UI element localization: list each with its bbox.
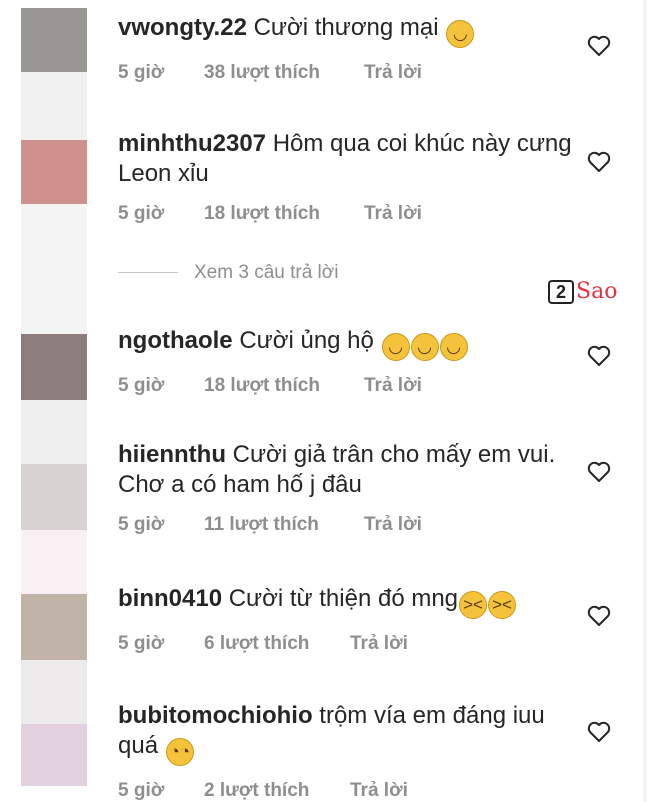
comment-time: 5 giờ bbox=[118, 62, 165, 83]
reply-button[interactable]: Trả lời bbox=[364, 203, 422, 225]
pleading-face-emoji-icon: ◔◔ bbox=[165, 738, 194, 766]
logo-text: Sao bbox=[576, 279, 618, 304]
comment-text: ngothaole Cười ủng hộ ◡ ◡ ◡ bbox=[118, 326, 588, 361]
comment-text: hiiennthu Cười giả trân cho mấy em vui. … bbox=[118, 440, 588, 500]
comment-likes[interactable]: 11 lượt thích bbox=[204, 514, 364, 536]
comment-body: Cười thương mại bbox=[253, 14, 439, 41]
comment-text: vwongty.22 Cười thương mại ◡ bbox=[118, 13, 588, 48]
avatar-placeholder bbox=[21, 400, 87, 462]
comment-meta: 5 giờ 2 lượt thích Trả lời bbox=[118, 780, 588, 802]
laughing-emoji-icon: >< bbox=[488, 591, 517, 619]
reply-button[interactable]: Trả lời bbox=[364, 375, 422, 397]
comment-meta: 5 giờ 6 lượt thích Trả lời bbox=[118, 633, 588, 655]
laughing-emoji-icon: >< bbox=[459, 591, 488, 619]
comment: vwongty.22 Cười thương mại ◡ 5 giờ 38 lượ… bbox=[118, 13, 588, 84]
tears-of-joy-emoji-icon: ◡ bbox=[410, 333, 439, 361]
heart-icon[interactable] bbox=[587, 151, 611, 173]
avatar-ngothaole[interactable] bbox=[21, 334, 87, 400]
heart-icon[interactable] bbox=[587, 605, 611, 627]
avatar-placeholder bbox=[21, 72, 87, 140]
comment-username[interactable]: bubitomochiohio bbox=[118, 702, 313, 729]
comment-likes[interactable]: 18 lượt thích bbox=[204, 375, 364, 397]
reply-button[interactable]: Trả lời bbox=[350, 633, 408, 655]
comment-meta: 5 giờ 18 lượt thích Trả lời bbox=[118, 203, 588, 225]
comment: ngothaole Cười ủng hộ ◡ ◡ ◡ 5 giờ 18 lượt t… bbox=[118, 326, 588, 397]
comment-time: 5 giờ bbox=[118, 514, 165, 535]
tears-of-joy-emoji-icon: ◡ bbox=[446, 20, 475, 48]
comment-meta: 5 giờ 11 lượt thích Trả lời bbox=[118, 514, 588, 536]
comment-time: 5 giờ bbox=[118, 633, 165, 654]
heart-icon[interactable] bbox=[587, 721, 611, 743]
comment-likes[interactable]: 6 lượt thích bbox=[204, 633, 350, 655]
avatar-hiiennthu[interactable] bbox=[21, 464, 87, 530]
comment-text: binn0410 Cười từ thiện đó mng >< >< bbox=[118, 584, 588, 619]
comment-username[interactable]: hiiennthu bbox=[118, 441, 226, 468]
comment-body: Cười từ thiện đó mng bbox=[228, 585, 459, 612]
avatar-binn0410[interactable] bbox=[21, 594, 87, 660]
comment: bubitomochiohio trộm vía em đáng iuu quá… bbox=[118, 701, 588, 802]
tears-of-joy-emoji-icon: ◡ bbox=[381, 333, 410, 361]
reply-button[interactable]: Trả lời bbox=[364, 514, 422, 536]
comment-text: bubitomochiohio trộm vía em đáng iuu quá… bbox=[118, 701, 588, 766]
comment-username[interactable]: ngothaole bbox=[118, 327, 233, 354]
reply-button[interactable]: Trả lời bbox=[350, 780, 408, 802]
reply-divider bbox=[118, 272, 178, 273]
comment: minhthu2307 Hôm qua coi khúc này cưng Le… bbox=[118, 129, 588, 225]
comment-likes[interactable]: 18 lượt thích bbox=[204, 203, 364, 225]
heart-icon[interactable] bbox=[587, 35, 611, 57]
comment-time: 5 giờ bbox=[118, 780, 165, 801]
avatar-placeholder bbox=[21, 660, 87, 724]
watermark-logo: 2 Sao bbox=[548, 279, 617, 304]
comment-meta: 5 giờ 38 lượt thích Trả lời bbox=[118, 62, 588, 84]
comment-text: minhthu2307 Hôm qua coi khúc này cưng Le… bbox=[118, 129, 588, 189]
avatar-placeholder bbox=[21, 266, 87, 334]
view-replies-link[interactable]: Xem 3 câu trả lời bbox=[194, 262, 338, 284]
heart-icon[interactable] bbox=[587, 345, 611, 367]
avatar-bubitomochiohio[interactable] bbox=[21, 724, 87, 786]
avatar-placeholder bbox=[21, 530, 87, 594]
comment: hiiennthu Cười giả trân cho mấy em vui. … bbox=[118, 440, 588, 536]
comment-username[interactable]: binn0410 bbox=[118, 585, 222, 612]
avatar-placeholder bbox=[21, 204, 87, 266]
comment-likes[interactable]: 38 lượt thích bbox=[204, 62, 364, 84]
comment-time: 5 giờ bbox=[118, 203, 165, 224]
avatar-minhthu[interactable] bbox=[21, 140, 87, 204]
heart-icon[interactable] bbox=[587, 461, 611, 483]
scrollbar[interactable] bbox=[643, 0, 647, 802]
tears-of-joy-emoji-icon: ◡ bbox=[439, 333, 468, 361]
comment-likes[interactable]: 2 lượt thích bbox=[204, 780, 350, 802]
comment-username[interactable]: minhthu2307 bbox=[118, 130, 266, 157]
avatar-vwongty[interactable] bbox=[21, 8, 87, 72]
comment-time: 5 giờ bbox=[118, 375, 165, 396]
comment-username[interactable]: vwongty.22 bbox=[118, 14, 247, 41]
comment-body: Cười ủng hộ bbox=[239, 327, 374, 354]
reply-button[interactable]: Trả lời bbox=[364, 62, 422, 84]
comment-meta: 5 giờ 18 lượt thích Trả lời bbox=[118, 375, 588, 397]
comment: binn0410 Cười từ thiện đó mng >< >< 5 giờ 6… bbox=[118, 584, 588, 655]
logo-number: 2 bbox=[548, 279, 574, 304]
